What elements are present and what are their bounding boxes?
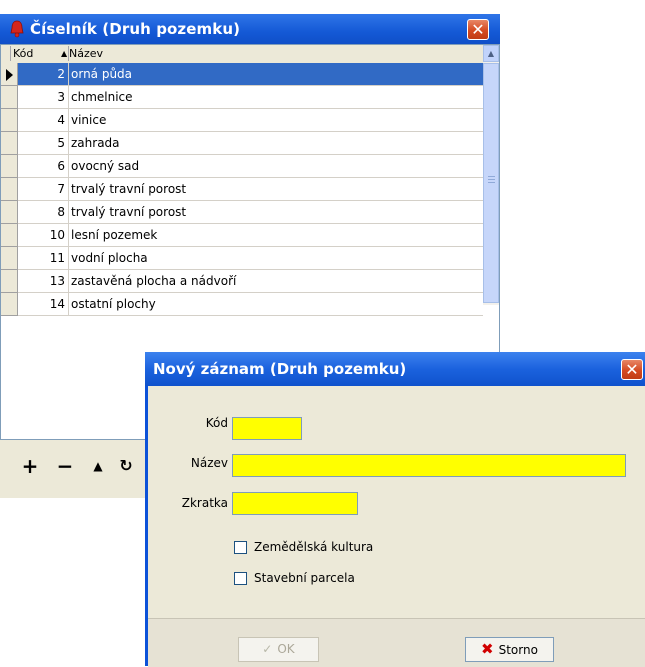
cell-nazev[interactable]: ostatní plochy [69,293,483,316]
kod-field[interactable] [232,417,302,440]
cell-nazev[interactable]: zahrada [69,132,483,155]
table-row[interactable]: 14 ostatní plochy [1,293,483,316]
storno-button[interactable]: ✖ Storno [465,637,554,662]
stavebni-parcela-label[interactable]: Stavební parcela [254,571,355,585]
dialog-title: Nový záznam (Druh pozemku) [153,360,407,378]
row-indicator[interactable] [1,247,18,270]
column-header-nazev[interactable]: Název [69,45,103,62]
cell-kod[interactable]: 5 [18,132,69,155]
table-row[interactable]: 3 chmelnice [1,86,483,109]
move-up-button[interactable]: ▲ [88,453,108,479]
dialog-footer: ✓ OK ✖ Storno [148,618,645,667]
row-indicator[interactable] [1,132,18,155]
lookup-titlebar[interactable]: Číselník (Druh pozemku) ✕ [0,14,500,44]
table-row[interactable]: 6 ovocný sad [1,155,483,178]
close-icon[interactable]: ✕ [467,19,489,40]
table-row[interactable]: 8 trvalý travní porost [1,201,483,224]
cell-kod[interactable]: 10 [18,224,69,247]
scroll-thumb[interactable] [483,63,499,303]
table-row[interactable]: 11 vodní plocha [1,247,483,270]
table-row[interactable]: 7 trvalý travní porost [1,178,483,201]
ok-label: OK [277,642,295,656]
table-row[interactable]: 10 lesní pozemek [1,224,483,247]
ok-button[interactable]: ✓ OK [238,637,319,662]
table-row[interactable]: 5 zahrada [1,132,483,155]
dialog-titlebar[interactable]: Nový záznam (Druh pozemku) ✕ [145,352,645,386]
cell-nazev[interactable]: vodní plocha [69,247,483,270]
lookup-title: Číselník (Druh pozemku) [30,20,241,38]
cell-kod[interactable]: 7 [18,178,69,201]
cell-nazev[interactable]: trvalý travní porost [69,178,483,201]
row-indicator[interactable] [1,63,18,86]
cell-kod[interactable]: 3 [18,86,69,109]
table-row[interactable]: 13 zastavěná plocha a nádvoří [1,270,483,293]
current-row-arrow-icon [6,69,13,81]
vertical-scrollbar[interactable]: ▲ [483,45,499,305]
thumb-grip [488,179,495,180]
nazev-field[interactable] [232,454,626,477]
row-indicator[interactable] [1,293,18,316]
thumb-grip [488,182,495,183]
cell-nazev[interactable]: lesní pozemek [69,224,483,247]
cell-kod[interactable]: 2 [18,63,69,86]
storno-label: Storno [498,643,538,657]
cell-kod[interactable]: 14 [18,293,69,316]
grid-header: Kód ▲ Název [1,45,483,64]
add-record-button[interactable]: + [20,453,40,479]
thumb-grip [488,176,495,177]
close-icon[interactable]: ✕ [621,359,643,380]
kod-label: Kód [205,416,228,430]
scroll-up-icon[interactable]: ▲ [483,45,499,62]
new-record-dialog: Nový záznam (Druh pozemku) ✕ Kód Název Z… [145,352,645,667]
cell-kod[interactable]: 6 [18,155,69,178]
stavebni-parcela-checkbox[interactable] [234,572,247,585]
cell-kod[interactable]: 11 [18,247,69,270]
header-divider [68,46,69,61]
bell-icon [10,20,24,38]
row-indicator[interactable] [1,224,18,247]
cell-nazev[interactable]: zastavěná plocha a nádvoří [69,270,483,293]
delete-record-button[interactable]: − [55,453,75,479]
table-row[interactable]: 4 vinice [1,109,483,132]
row-indicator[interactable] [1,109,18,132]
row-indicator[interactable] [1,270,18,293]
row-indicator[interactable] [1,155,18,178]
row-indicator[interactable] [1,178,18,201]
zemedelska-kultura-checkbox[interactable] [234,541,247,554]
row-indicator[interactable] [1,86,18,109]
column-header-kod[interactable]: Kód [13,45,33,62]
nazev-label: Název [190,456,228,470]
cell-nazev[interactable]: chmelnice [69,86,483,109]
cell-nazev[interactable]: trvalý travní porost [69,201,483,224]
sort-asc-icon: ▲ [61,49,68,58]
zkratka-field[interactable] [232,492,358,515]
zkratka-label: Zkratka [181,496,228,510]
cancel-x-icon: ✖ [481,640,494,658]
cell-kod[interactable]: 4 [18,109,69,132]
cell-kod[interactable]: 8 [18,201,69,224]
table-row[interactable]: 2 orná půda [1,63,483,86]
cell-kod[interactable]: 13 [18,270,69,293]
header-divider [10,46,11,61]
zemedelska-kultura-label[interactable]: Zemědělská kultura [254,540,373,554]
checkmark-icon: ✓ [262,642,273,656]
row-indicator[interactable] [1,201,18,224]
refresh-button[interactable]: ↻ [116,453,136,479]
cell-nazev[interactable]: ovocný sad [69,155,483,178]
cell-nazev[interactable]: orná půda [69,63,483,86]
cell-nazev[interactable]: vinice [69,109,483,132]
